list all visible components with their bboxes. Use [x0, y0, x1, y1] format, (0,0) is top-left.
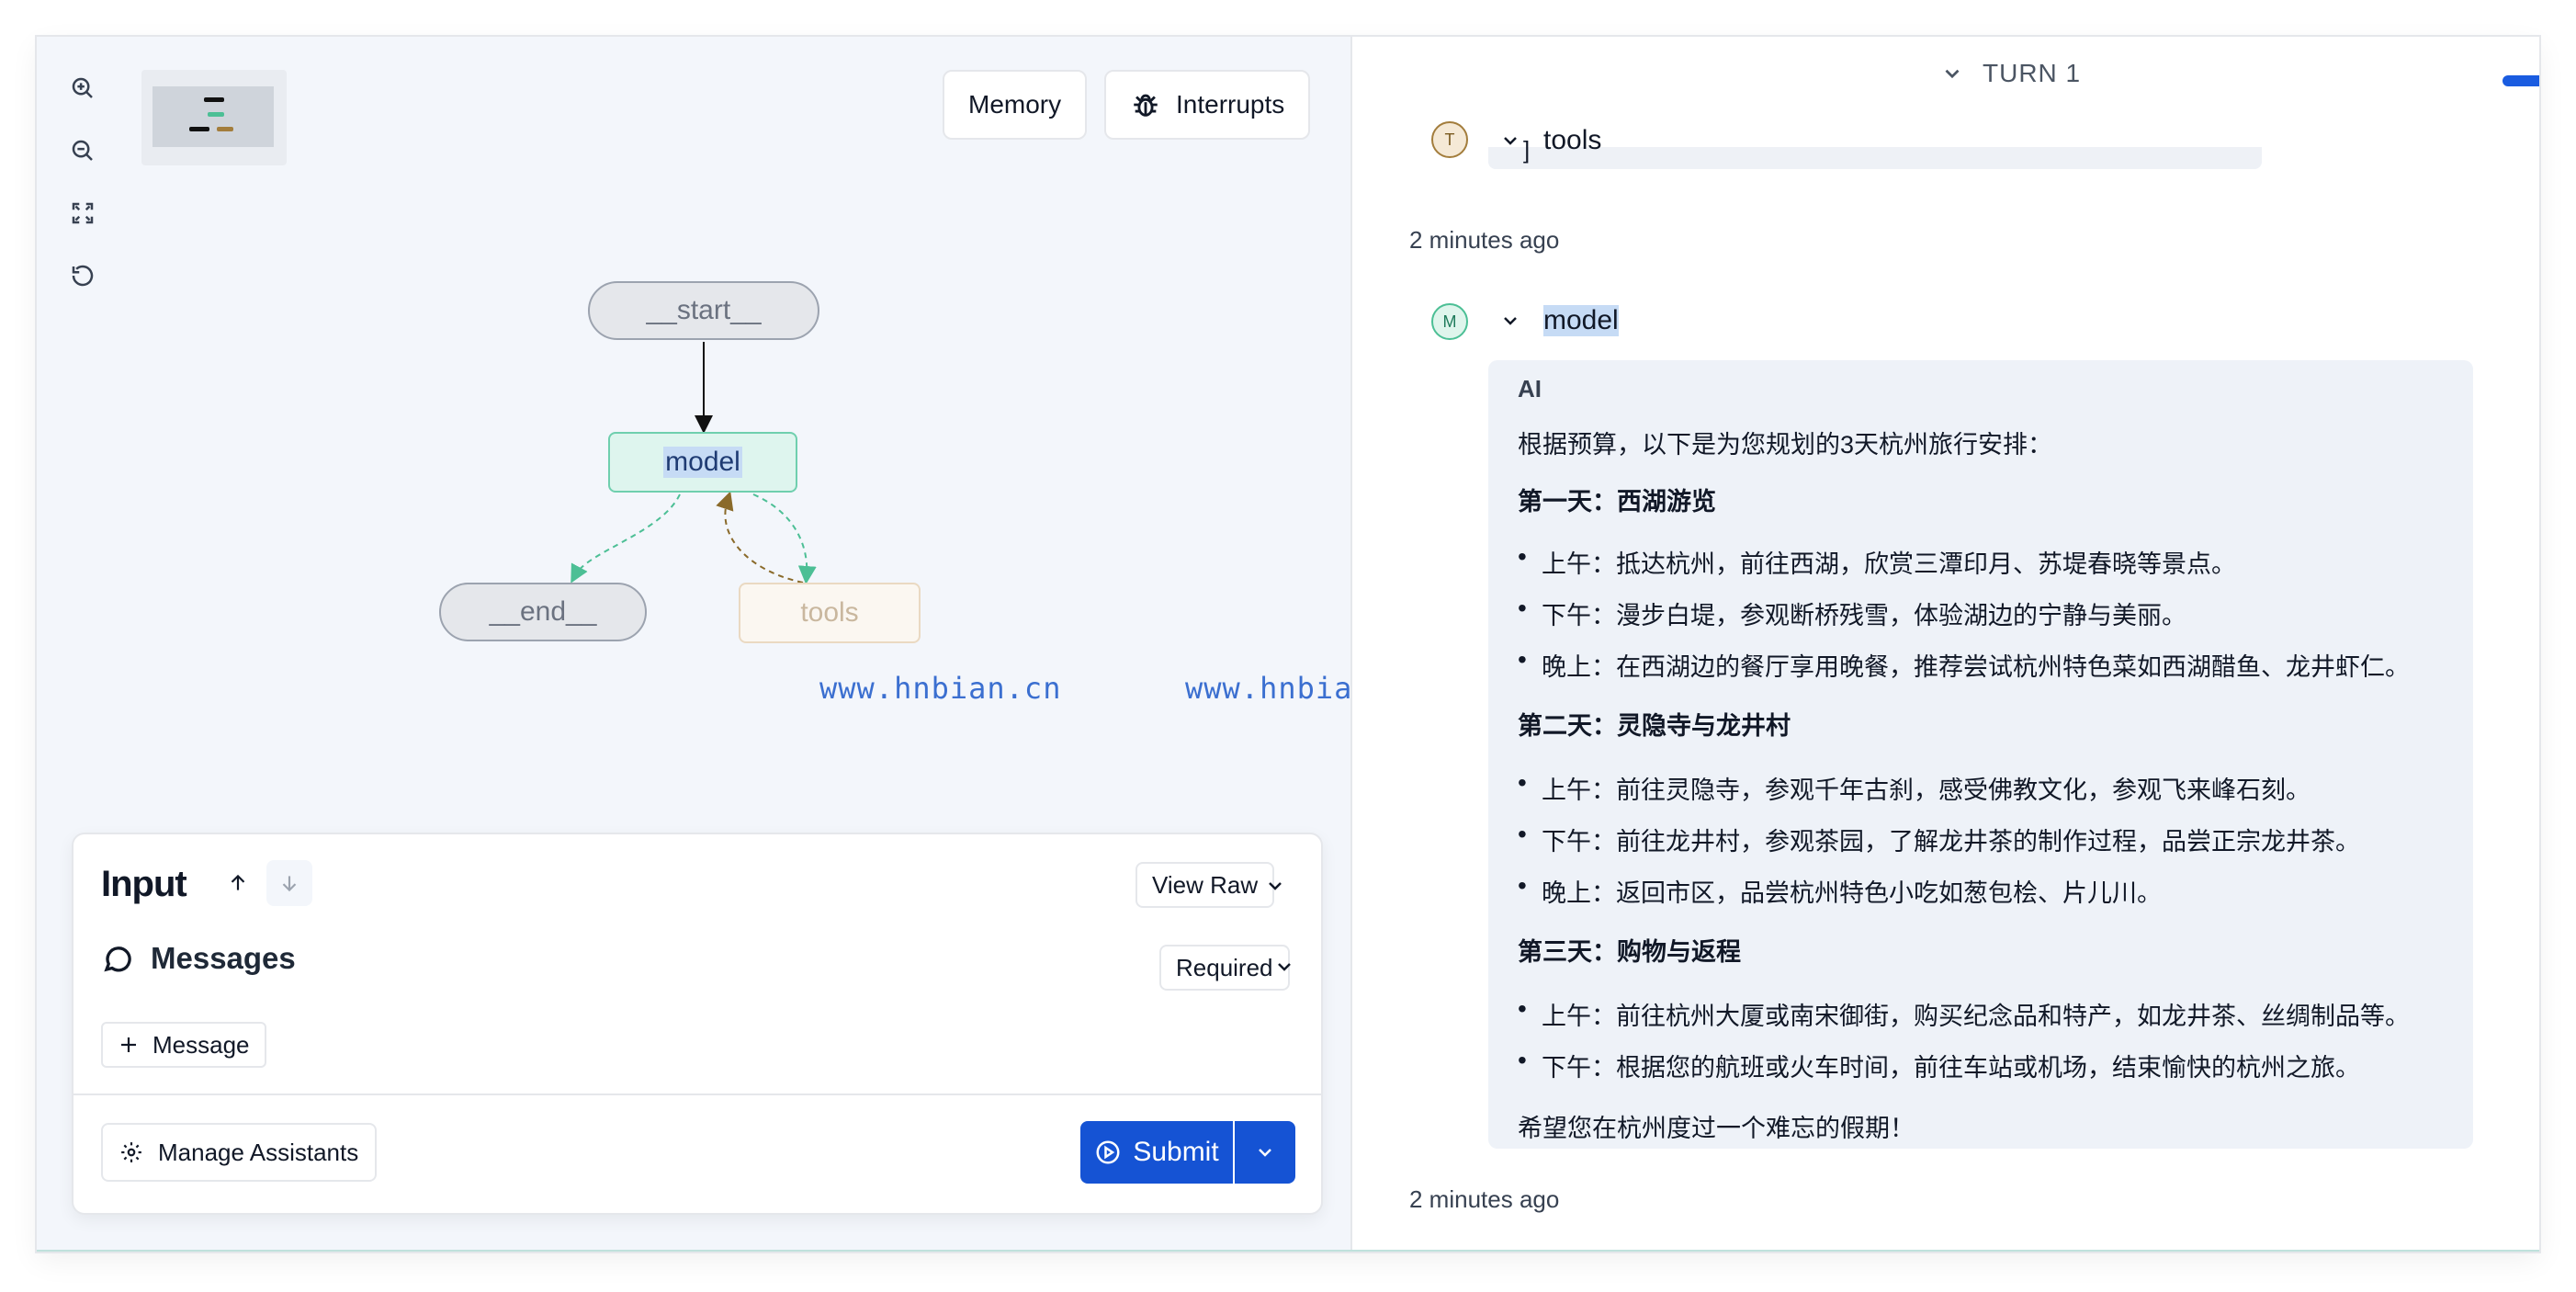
turn-label: TURN 1	[1983, 59, 2082, 87]
graph-canvas: __start__ model __end__ tools	[37, 37, 1352, 845]
manage-assistants-label: Manage Assistants	[158, 1138, 359, 1166]
toggle-track	[2503, 75, 2539, 86]
watermark-text: www.hnbian.cn	[819, 671, 1062, 706]
manage-assistants-button[interactable]: Manage Assistants	[101, 1123, 378, 1182]
day-heading: 第一天：西湖游览	[1518, 488, 1716, 516]
avatar-model: M	[1431, 303, 1468, 340]
ai-role-label: AI	[1518, 375, 1542, 402]
plus-icon	[121, 1037, 136, 1052]
edge-model-end	[571, 493, 681, 584]
day-heading: 第二天：灵隐寺与龙井村	[1518, 712, 1791, 740]
ai-closing: 希望您在杭州度过一个难忘的假期！	[1518, 1115, 1915, 1142]
submit-label: Submit	[1133, 1137, 1219, 1167]
list-item: 上午：前往灵隐寺，参观千年古刹，感受佛教文化，参观飞来峰石刻。	[1518, 768, 2310, 806]
add-message-label: Message	[153, 1030, 250, 1059]
day-heading: 第三天：购物与返程	[1518, 938, 1741, 966]
submit-button[interactable]: Submit	[1080, 1121, 1233, 1184]
chevron-down-icon	[1259, 1149, 1271, 1157]
edge-model-tools	[752, 493, 817, 584]
input-card-divider	[73, 1094, 1321, 1095]
tools-entry-header[interactable]: tools	[1499, 125, 1601, 156]
app-window: Memory Interrupts __start__ model __end_…	[37, 37, 2539, 1252]
graph-panel: Memory Interrupts __start__ model __end_…	[37, 37, 1426, 1250]
node-end[interactable]: __end__	[439, 583, 647, 641]
input-card: Input View Raw Messages Required Message…	[72, 833, 1323, 1215]
list-item: 下午：漫步白堤，参观断桥残雪，体验湖边的宁静与美丽。	[1518, 594, 2186, 631]
node-start-label: __start__	[646, 295, 762, 325]
chat-bubble-icon	[104, 946, 131, 972]
list-item: 上午：抵达杭州，前往西湖，欣赏三潭印月、苏堤春晓等景点。	[1518, 542, 2236, 580]
tools-output-tail: ]	[1488, 136, 2262, 169]
tools-entry-name: tools	[1543, 125, 1602, 155]
view-toggle[interactable]	[2503, 68, 2539, 92]
list-item: 下午：前往龙井村，参观茶园，了解龙井茶的制作过程，品尝正宗龙井茶。	[1518, 820, 2360, 857]
edge-tools-model	[716, 491, 804, 584]
model-timestamp: 2 minutes ago	[1409, 1185, 1560, 1213]
list-item: 上午：前往杭州大厦或南宋御街，购买纪念品和特产，如龙井茶、丝绸制品等。	[1518, 994, 2410, 1032]
list-item: 下午：根据您的航班或火车时间，前往车站或机场，结束愉快的杭州之旅。	[1518, 1046, 2360, 1083]
list-item: 晚上：在西湖边的餐厅享用晚餐，推荐尝试杭州特色菜如西湖醋鱼、龙井虾仁。	[1518, 645, 2410, 683]
thread-panel: TURN 1 ] T tools 2 minutes ago M model A…	[1352, 37, 2539, 1250]
model-entry-header[interactable]: model	[1499, 305, 1619, 336]
view-raw-label: View Raw	[1152, 870, 1259, 899]
arrow-up-icon[interactable]	[215, 860, 261, 906]
ai-message: AI 根据预算，以下是为您规划的3天杭州旅行安排： 第一天：西湖游览 上午：抵达…	[1488, 360, 2473, 1149]
view-raw-button[interactable]: View Raw	[1135, 862, 1275, 908]
list-item: 晚上：返回市区，品尝杭州特色小吃如葱包桧、片儿川。	[1518, 871, 2162, 909]
node-tools-label: tools	[800, 597, 859, 628]
submit-options-button[interactable]	[1235, 1121, 1295, 1184]
node-tools[interactable]: tools	[739, 583, 921, 643]
node-start[interactable]: __start__	[588, 281, 819, 340]
play-circle-icon	[1096, 1140, 1120, 1164]
gear-icon	[121, 1142, 141, 1162]
required-label: Required	[1176, 953, 1273, 981]
input-title: Input	[101, 864, 187, 904]
messages-label: Messages	[151, 941, 296, 975]
turn-header[interactable]: TURN 1	[1940, 59, 2081, 88]
node-end-label: __end__	[489, 596, 597, 627]
chevron-down-icon	[1504, 137, 1517, 145]
node-model-label: model	[663, 447, 742, 478]
ai-intro: 根据预算，以下是为您规划的3天杭州旅行安排：	[1518, 431, 2053, 459]
node-model[interactable]: model	[608, 432, 797, 493]
tools-timestamp: 2 minutes ago	[1409, 226, 1560, 254]
chevron-down-icon	[1504, 317, 1517, 325]
messages-collapse-icon[interactable]	[1268, 950, 1301, 983]
chevron-down-icon[interactable]	[1259, 869, 1292, 902]
model-entry-name: model	[1543, 305, 1619, 336]
add-message-button[interactable]: Message	[101, 1022, 266, 1068]
messages-field-header: Messages	[101, 941, 296, 976]
chevron-down-icon	[1945, 69, 1960, 79]
avatar-tools: T	[1431, 121, 1468, 158]
arrow-down-icon[interactable]	[266, 860, 312, 906]
